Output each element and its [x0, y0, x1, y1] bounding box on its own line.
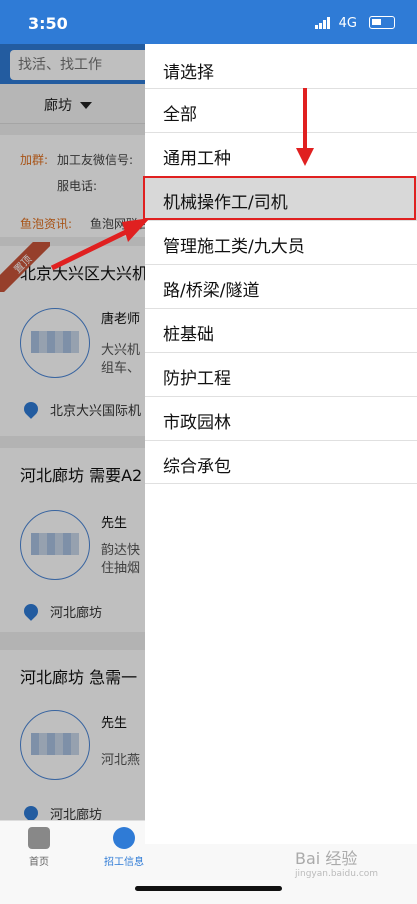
nav-home[interactable]: 首页 [28, 827, 50, 868]
status-time: 3:50 [28, 14, 68, 33]
home-icon [28, 827, 50, 849]
selection-highlight [143, 176, 416, 220]
nav-home-label: 首页 [29, 857, 49, 868]
dropdown-item-label: 市政园林 [163, 413, 231, 433]
dropdown-item[interactable]: 全部 [145, 88, 417, 132]
network-type: 4G [338, 16, 357, 31]
dropdown-item-label: 综合承包 [163, 457, 231, 477]
dropdown-item-label: 路/桥梁/隧道 [163, 281, 260, 301]
dropdown-item-label: 管理施工类/九大员 [163, 237, 305, 257]
home-indicator [135, 886, 282, 891]
nav-recruit[interactable]: 招工信息 [104, 827, 144, 868]
nav-recruit-label: 招工信息 [104, 857, 144, 868]
watermark: Bai 经验 jingyan.baidu.com [295, 845, 378, 879]
watermark-url: jingyan.baidu.com [295, 869, 379, 879]
status-bar: 3:50 4G [0, 0, 417, 44]
dropdown-item[interactable]: 市政园林 [145, 396, 417, 440]
battery-icon [369, 16, 395, 29]
dropdown-item-label: 桩基础 [163, 325, 214, 345]
category-dropdown: 请选择 全部 通用工种 机械操作工/司机 管理施工类/九大员 路/桥梁/隧道 桩… [145, 44, 417, 844]
dropdown-item[interactable]: 通用工种 [145, 132, 417, 176]
dropdown-item[interactable]: 路/桥梁/隧道 [145, 264, 417, 308]
dropdown-item[interactable]: 防护工程 [145, 352, 417, 396]
dropdown-item[interactable]: 桩基础 [145, 308, 417, 352]
dropdown-item[interactable]: 管理施工类/九大员 [145, 220, 417, 264]
dropdown-heading: 请选择 [163, 63, 214, 83]
people-icon [113, 827, 135, 849]
watermark-brand: Bai 经验 [295, 849, 358, 868]
dropdown-item[interactable]: 综合承包 [145, 440, 417, 484]
dropdown-item-label: 防护工程 [163, 369, 231, 389]
dropdown-item-label: 通用工种 [163, 149, 231, 169]
dropdown-item-label: 全部 [163, 105, 197, 125]
signal-icon [315, 17, 330, 29]
